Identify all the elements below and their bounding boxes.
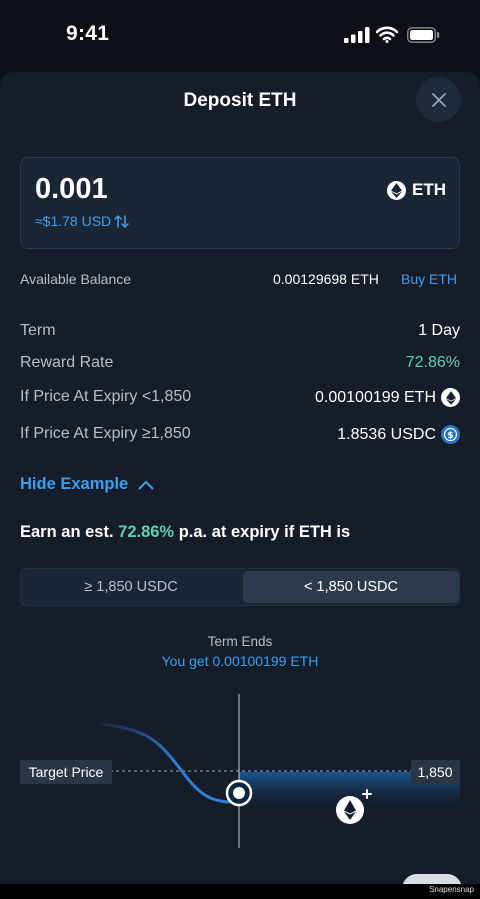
price-curve [98,722,240,804]
price-above-label: If Price At Expiry ≥1,850 [20,425,191,442]
earn-rate: 72.86% [118,523,175,541]
usdc-icon: $ [441,425,460,444]
amount-usd-value: ≈$1.78 USD [35,213,112,229]
price-value-label: 1,850 [417,764,452,780]
hide-example-label: Hide Example [20,475,129,493]
eth-icon [441,388,460,407]
swap-arrows-icon[interactable] [114,214,130,229]
term-value: 1 Day [418,322,460,339]
cellular-signal-icon [344,27,370,43]
payoff-chart: Target Price 1,850 [20,694,462,884]
price-above-value: 1.8536 USDC $ [337,425,460,444]
status-time: 9:41 [66,22,110,45]
target-price-label: Target Price [29,764,104,780]
eth-icon [387,180,406,200]
battery-icon [407,27,440,43]
earn-estimate-text: Earn an est. 72.86% p.a. at expiry if ET… [20,523,351,541]
deposit-sheet: Deposit ETH 0.001 ≈$1.78 USD ETH Availab… [0,72,480,884]
price-below-value: 0.00100199 ETH [315,388,460,407]
chevron-up-icon [138,480,154,489]
status-bar: 9:41 [0,0,480,72]
amount-input-box[interactable]: 0.001 ≈$1.78 USD ETH [20,157,460,249]
segment-above-target[interactable]: ≥ 1,850 USDC [23,571,239,603]
watermark: Snapensnap [429,885,474,894]
token-selector[interactable]: ETH [387,180,446,200]
close-button[interactable] [416,77,461,122]
you-get-label: You get 0.00100199 ETH [161,653,319,669]
sheet-title: Deposit ETH [183,90,297,111]
price-scenario-segmented-control: ≥ 1,850 USDC < 1,850 USDC [20,568,460,606]
amount-input[interactable]: 0.001 [35,173,108,206]
reward-rate-value: 72.86% [405,354,460,371]
term-ends-label: Term Ends [207,634,273,649]
balance-label: Available Balance [20,271,132,287]
hide-example-toggle[interactable]: Hide Example [20,475,154,494]
buy-eth-link[interactable]: Buy ETH [401,271,457,287]
segment-below-target[interactable]: < 1,850 USDC [243,571,459,603]
price-below-label: If Price At Expiry <1,850 [20,388,192,405]
token-symbol: ETH [412,180,446,199]
amount-usd-converter[interactable]: ≈$1.78 USD [35,213,130,229]
balance-value: 0.00129698 ETH [273,271,379,287]
term-label: Term [20,322,56,339]
svg-text:$: $ [447,431,453,441]
reward-rate-label: Reward Rate [20,354,114,371]
home-indicator-area [0,884,480,899]
toggle-switch [402,874,462,884]
close-icon [431,92,446,107]
wifi-icon [376,26,398,43]
